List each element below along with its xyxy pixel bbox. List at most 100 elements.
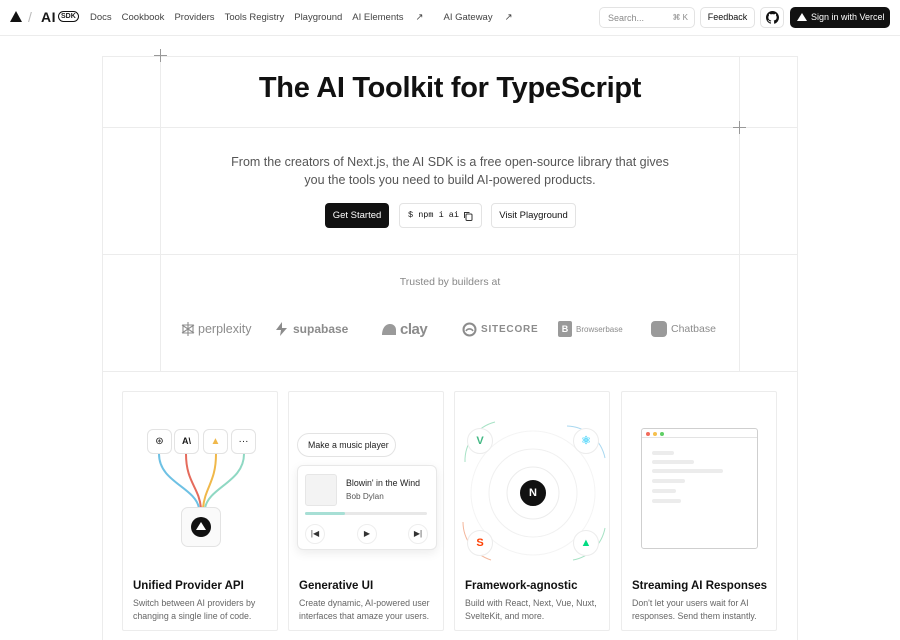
logo-sitecore: SITECORE [462,320,539,338]
nav-link-ai-elements-label: AI Elements [352,12,404,23]
album-art [305,474,337,506]
clay-icon [382,324,396,335]
github-icon [766,11,779,24]
brand-name[interactable]: AI [41,9,56,25]
minimize-dot-icon [653,432,657,436]
provider-wires [158,453,245,509]
maximize-dot-icon [660,432,664,436]
grid-divider [102,254,798,255]
sitecore-icon [462,322,477,336]
logo-browserbase-text: Browserbase [576,324,623,334]
skeleton-line [652,460,694,464]
card-title: Generative UI [299,580,374,592]
ai-sdk-hub [181,507,221,547]
sign-in-button[interactable]: Sign in with Vercel [790,7,890,28]
logo-supabase-text: supabase [293,322,349,336]
nuxt-icon: ▲ [573,530,599,556]
brand-separator: / [28,9,32,25]
copy-icon[interactable] [463,211,473,221]
anthropic-icon: A\ [174,429,199,454]
vercel-icon [191,517,211,537]
sign-in-label: Sign in with Vercel [811,12,885,22]
logo-perplexity: perplexity [180,320,252,338]
grid-divider [102,371,798,372]
supabase-icon [276,322,287,336]
react-icon: ⚛ [573,428,599,454]
feature-card-generative-ui[interactable]: Make a music player Blowin' in the Wind … [288,391,444,631]
feature-card-framework-agnostic[interactable]: V ⚛ N S ▲ Framework-agnostic Build with … [454,391,610,631]
feature-card-streaming[interactable]: Streaming AI Responses Don't let your us… [621,391,777,631]
npm-command: $ npm i ai [408,210,460,220]
card-title: Unified Provider API [133,580,244,592]
song-title: Blowin' in the Wind [346,478,421,488]
nav-link-ai-gateway[interactable]: AI Gateway ↗ [443,12,522,23]
card-title: Framework-agnostic [465,580,578,592]
card-description: Build with React, Next, Vue, Nuxt, Svelt… [465,598,597,621]
svelte-icon: S [467,530,493,556]
next-icon[interactable]: ▶| [408,524,428,544]
browserbase-icon: B [558,321,572,337]
external-link-icon: ↗ [415,12,424,23]
skeleton-line [652,469,723,473]
close-dot-icon [646,432,650,436]
nav-link-ai-elements[interactable]: AI Elements ↗ [352,12,433,23]
play-icon[interactable]: ▶ [357,524,377,544]
vue-icon: V [467,428,493,454]
chatbase-icon [651,321,667,337]
skeleton-line [652,451,674,455]
card-description: Switch between AI providers by changing … [133,598,256,621]
get-started-button[interactable]: Get Started [325,203,389,228]
nextjs-icon: N [520,480,546,506]
card-description: Don't let your users wait for AI respons… [632,598,757,621]
search-shortcut: ⌘ K [672,13,688,22]
music-player: Blowin' in the Wind Bob Dylan |◀ ▶ ▶| [297,465,437,550]
logo-clay: clay [380,320,428,338]
nav-link-docs[interactable]: Docs [90,12,112,23]
logo-chatbase-text: Chatbase [671,323,716,335]
logo-perplexity-text: perplexity [198,322,252,336]
plus-marker-icon [733,121,746,134]
openai-icon: ⊛ [147,429,172,454]
feature-card-provider-api[interactable]: ⊛ A\ ▲ ··· Unified Provider API Switch b… [122,391,278,631]
external-link-icon: ↗ [504,12,513,23]
logo-supabase: supabase [275,320,348,338]
logo-clay-text: clay [400,320,428,338]
top-nav: / AI SDK Docs Cookbook Providers Tools R… [0,0,900,36]
song-artist: Bob Dylan [346,492,384,501]
perplexity-icon [181,322,195,336]
vercel-icon [797,13,807,21]
visit-playground-button[interactable]: Visit Playground [491,203,576,228]
browser-window [641,428,758,549]
progress-fill [305,512,346,515]
hero-subtitle: From the creators of Next.js, the AI SDK… [231,155,669,187]
github-button[interactable] [760,7,784,28]
previous-icon[interactable]: |◀ [305,524,325,544]
trusted-heading: Trusted by builders at [399,276,501,288]
playback-progress[interactable] [305,512,427,515]
vercel-logo-icon[interactable] [10,11,22,22]
mistral-icon: ▲ [203,429,228,454]
browser-titlebar [642,429,757,438]
feedback-button[interactable]: Feedback [700,7,755,28]
prompt-bubble: Make a music player [297,433,396,457]
logo-chatbase: Chatbase [651,320,716,338]
card-title: Streaming AI Responses [632,580,768,592]
plus-marker-icon [154,49,167,62]
logo-sitecore-text: SITECORE [481,323,539,335]
nav-link-cookbook[interactable]: Cookbook [122,12,165,23]
nav-link-tools-registry[interactable]: Tools Registry [225,12,285,23]
more-icon: ··· [231,429,256,454]
skeleton-line [652,499,681,503]
search-input[interactable]: Search... ⌘ K [599,7,695,28]
npm-install-copy[interactable]: $ npm i ai [399,203,482,228]
nav-link-ai-gateway-label: AI Gateway [443,12,493,23]
page-title: The AI Toolkit for TypeScript [258,72,642,104]
logo-browserbase: B Browserbase [558,320,623,338]
nav-link-playground[interactable]: Playground [294,12,342,23]
skeleton-line [652,479,685,483]
brand-badge: SDK [58,11,79,22]
card-description: Create dynamic, AI-powered user interfac… [299,598,430,621]
nav-link-providers[interactable]: Providers [174,12,214,23]
search-placeholder: Search... [608,13,645,23]
skeleton-line [652,489,676,493]
